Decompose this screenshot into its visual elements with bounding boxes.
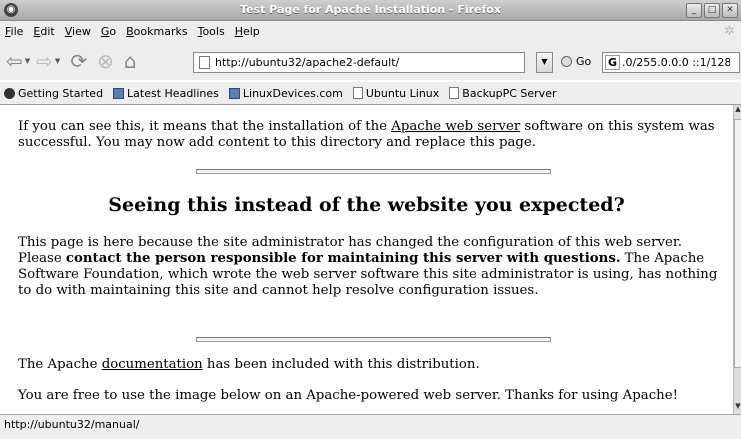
bookmark-backuppc-server[interactable]: BackupPC Server [449,87,557,100]
menu-bookmarks[interactable]: Bookmarks [121,25,192,38]
firefox-icon [4,87,15,99]
search-engine-icon[interactable]: G [605,55,621,70]
menu-go[interactable]: Go [96,25,121,38]
scroll-thumb[interactable] [734,119,741,368]
close-button[interactable]: ✕ [722,3,738,18]
window-title: Test Page for Apache Installation - Fire… [240,3,501,16]
maximize-button[interactable]: □ [704,3,720,18]
minimize-button[interactable]: _ [686,3,702,18]
menu-file[interactable]: File [0,25,28,38]
menu-edit[interactable]: Edit [28,25,59,38]
reload-button[interactable]: ⟳ [70,49,87,73]
image-paragraph: You are free to use the image below on a… [18,388,678,403]
stop-button[interactable]: ⊗ [97,49,114,73]
menu-bar: File Edit View Go Bookmarks Tools Help ✲ [0,21,741,42]
menu-help[interactable]: Help [230,25,265,38]
url-dropdown-button[interactable]: ▼ [536,52,553,73]
apache-link[interactable]: Apache web server [391,119,520,134]
page-heading: Seeing this instead of the website you e… [108,194,625,216]
menu-tools[interactable]: Tools [193,25,230,38]
page-icon [199,56,210,69]
go-icon [561,56,572,67]
explanation-paragraph: This page is here because the site admin… [18,235,718,298]
url-input[interactable] [215,56,515,69]
stop-icon: ⊗ [97,49,114,73]
window-controls: _ □ ✕ [686,3,738,18]
page-icon [449,87,460,99]
divider [196,169,551,174]
search-input[interactable] [622,56,731,69]
url-bar[interactable] [193,52,525,73]
go-button[interactable]: Go [561,55,591,68]
bookmark-ubuntu-linux[interactable]: Ubuntu Linux [352,87,439,100]
back-button[interactable]: ⇦ ▼ [6,49,30,73]
bookmark-getting-started[interactable]: Getting Started [4,87,103,100]
intro-paragraph: If you can see this, it means that the i… [18,119,715,150]
forward-dropdown-icon[interactable]: ▼ [55,57,60,65]
bookmark-latest-headlines[interactable]: Latest Headlines [113,87,219,100]
forward-arrow-icon: ⇨ [36,49,53,73]
status-text: http://ubuntu32/manual/ [4,418,140,431]
throbber-icon: ✲ [724,24,735,39]
divider [196,337,551,342]
scroll-down-icon[interactable]: ▼ [734,402,741,414]
vertical-scrollbar[interactable]: ▲ ▼ [733,105,741,414]
documentation-link[interactable]: documentation [102,357,203,372]
page-icon [352,87,363,99]
menu-view[interactable]: View [60,25,96,38]
rss-icon [228,87,240,99]
home-button[interactable]: ⌂ [124,49,137,73]
home-icon: ⌂ [123,49,137,73]
search-bar[interactable]: G [602,52,740,73]
title-bar: ◉ Test Page for Apache Installation - Fi… [0,0,741,21]
page-content: If you can see this, it means that the i… [0,105,733,414]
reload-icon: ⟳ [70,49,88,73]
back-arrow-icon: ⇦ [6,49,23,73]
forward-button[interactable]: ⇨ ▼ [36,49,60,73]
documentation-paragraph: The Apache documentation has been includ… [18,357,480,372]
scroll-up-icon[interactable]: ▲ [734,105,741,117]
back-dropdown-icon[interactable]: ▼ [25,57,30,65]
bookmark-linuxdevices[interactable]: LinuxDevices.com [228,87,343,100]
bookmarks-toolbar: Getting Started Latest Headlines LinuxDe… [0,82,741,105]
rss-icon [113,87,125,99]
status-bar: http://ubuntu32/manual/ [0,414,741,439]
